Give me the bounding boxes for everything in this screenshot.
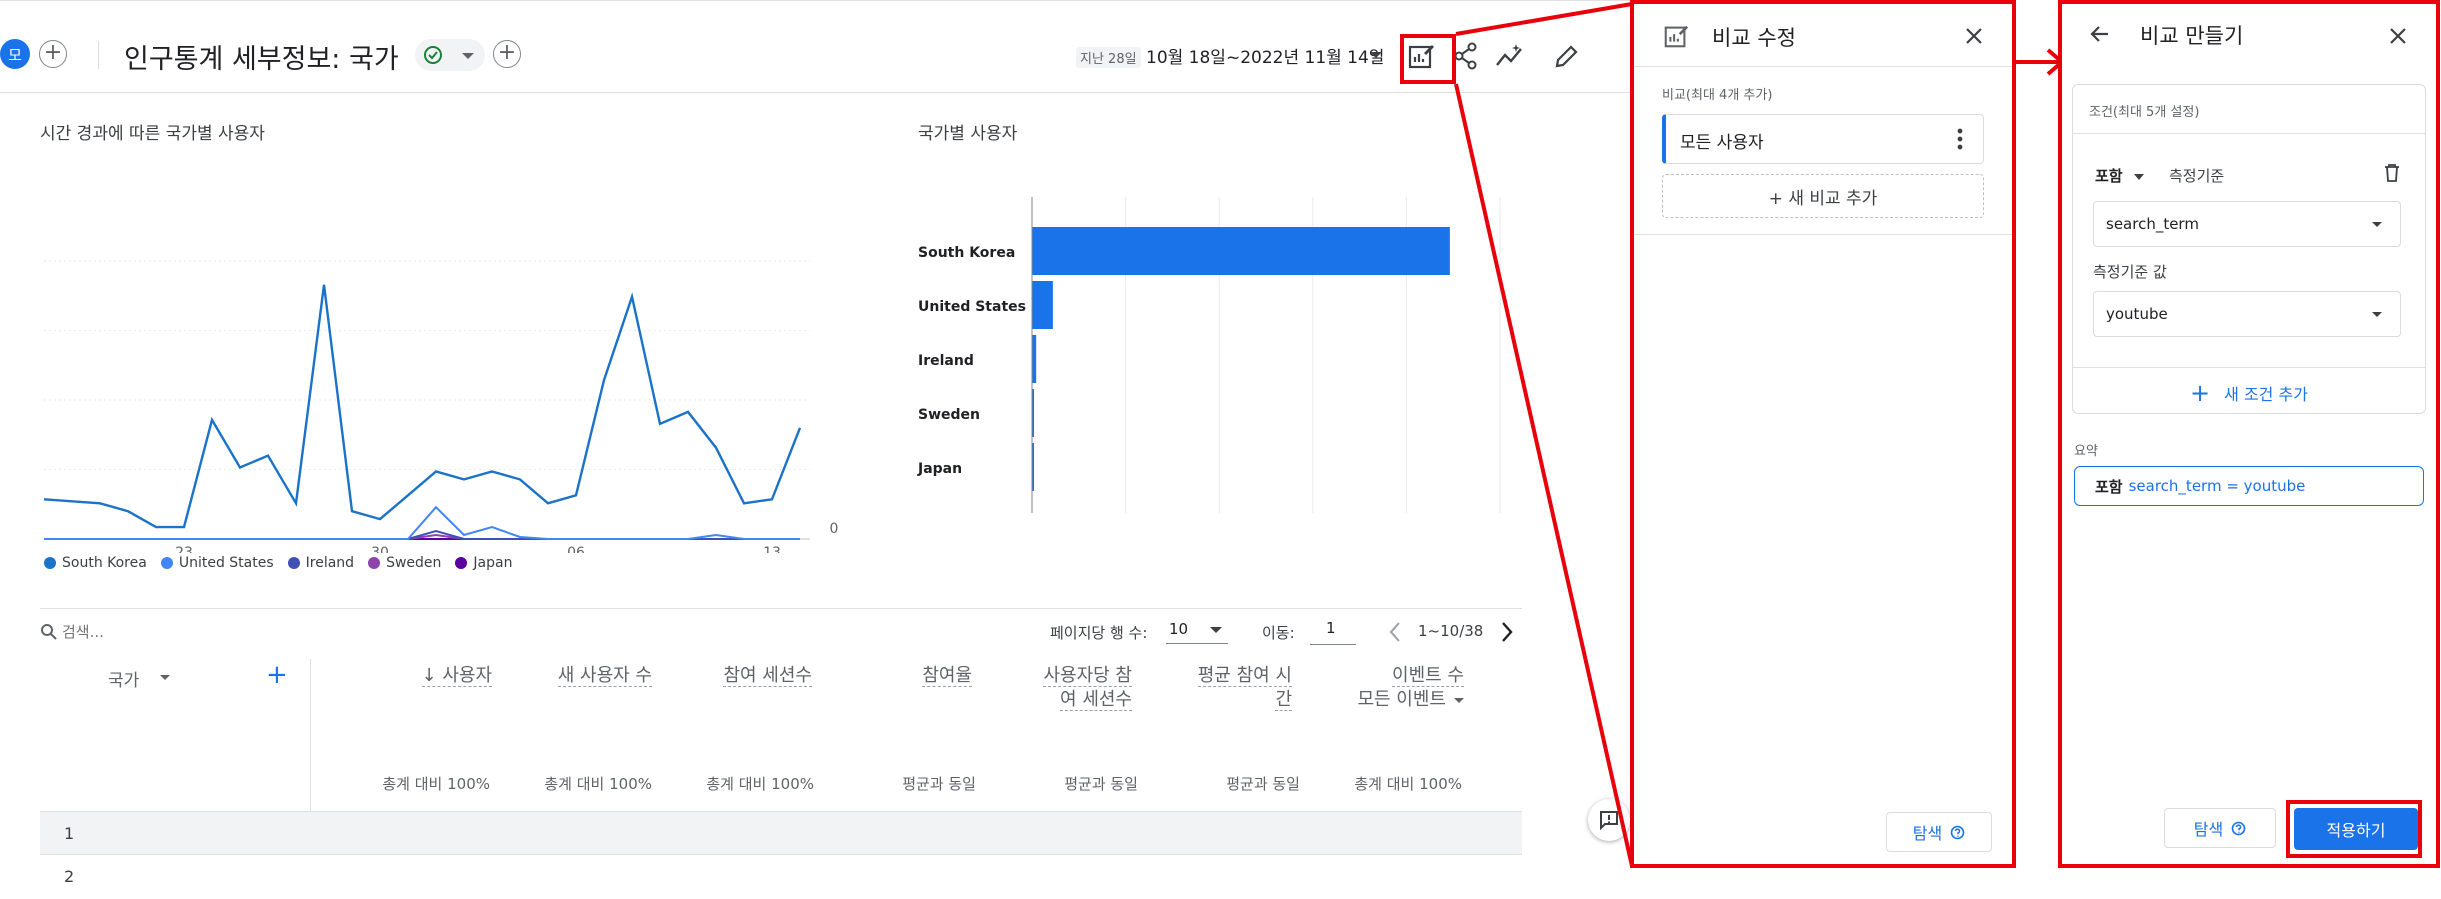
connector-line — [1454, 83, 1634, 867]
compare-edit-panel-highlight — [1630, 0, 2016, 868]
compare-create-panel-highlight — [2058, 0, 2440, 868]
connector-line — [1455, 2, 1633, 36]
apply-button-highlight — [2286, 800, 2422, 858]
compare-edit-highlight — [1400, 34, 1456, 84]
